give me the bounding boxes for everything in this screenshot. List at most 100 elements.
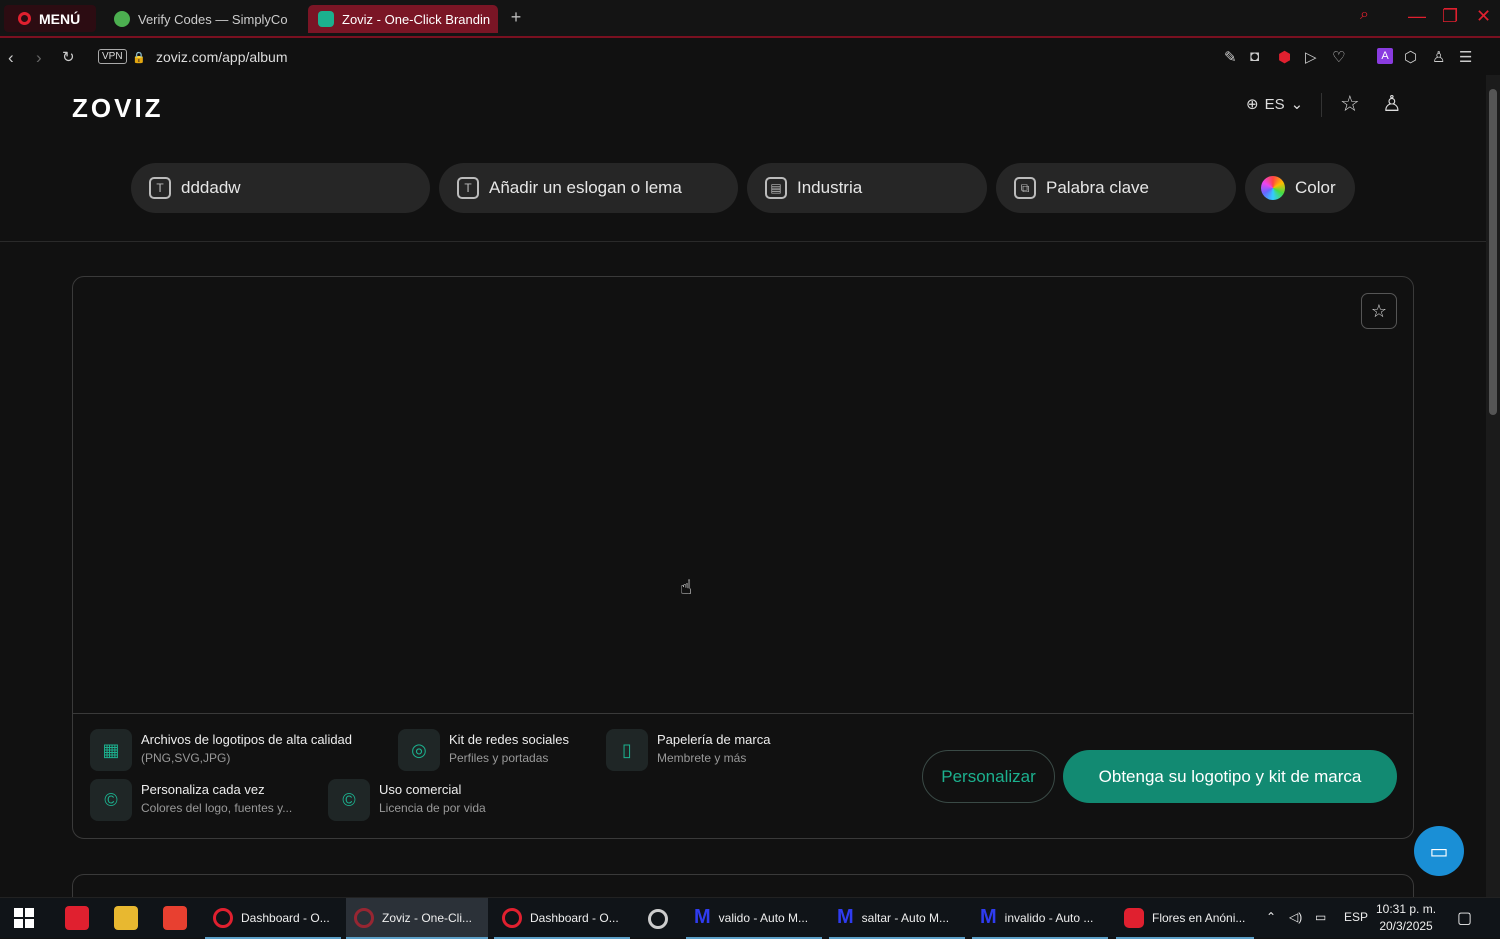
feature-customize: © Personaliza cada vez Colores del logo,… xyxy=(90,779,292,821)
chat-support-icon[interactable]: ▭ xyxy=(1414,826,1464,876)
browser-tab-bar: MENÚ Verify Codes — SimplyCo Zoviz - One… xyxy=(0,0,1500,38)
filter-label: Color xyxy=(1295,178,1336,197)
file-explorer-icon[interactable] xyxy=(114,906,138,930)
easy-setup-icon[interactable]: ☰ xyxy=(1459,48,1472,66)
zoviz-logo[interactable]: ZOVIZ xyxy=(72,93,164,124)
vivaldi-icon xyxy=(1124,907,1144,928)
clock-date: 20/3/2025 xyxy=(1379,919,1433,933)
chevron-down-icon: ⌄ xyxy=(1290,96,1304,113)
taskbar-item-label: invalido - Auto ... xyxy=(1004,910,1094,925)
feature-title: Papelería de marca xyxy=(657,732,771,747)
customize-button[interactable]: Personalizar xyxy=(922,750,1055,803)
system-clock[interactable]: 10:31 p. m. 20/3/2025 xyxy=(1376,901,1436,935)
taskbar-item-flores[interactable]: Flores en Anóni... xyxy=(1116,898,1254,939)
feature-social-kit: ◎ Kit de redes sociales Perfiles y porta… xyxy=(398,729,569,771)
url-field[interactable]: zoviz.com/app/album xyxy=(156,49,288,65)
reload-icon[interactable]: ↻ xyxy=(62,48,75,66)
opera-icon xyxy=(18,12,31,25)
filter-keyword[interactable]: ⧉ Palabra clave xyxy=(996,163,1236,213)
network-icon[interactable]: ▭ xyxy=(1315,910,1326,924)
forward-icon[interactable]: › xyxy=(36,48,42,68)
feature-title: Kit de redes sociales xyxy=(449,732,569,747)
taskbar-item-label: valido - Auto M... xyxy=(718,910,809,925)
filter-label: Palabra clave xyxy=(1046,178,1150,197)
filter-industry[interactable]: ▤ Industria xyxy=(747,163,987,213)
windows-taskbar: Dashboard - O... Zoviz - One-Cli... Dash… xyxy=(0,897,1500,939)
favorites-star-icon[interactable]: ☆ xyxy=(1340,91,1360,117)
profile-icon[interactable]: ♙ xyxy=(1432,48,1445,66)
close-icon[interactable]: ✕ xyxy=(1476,6,1491,27)
minimize-icon[interactable]: — xyxy=(1408,6,1426,27)
instagram-icon: ◎ xyxy=(398,729,440,771)
new-tab-plus-icon[interactable]: + xyxy=(507,8,525,27)
filter-label: Industria xyxy=(797,178,863,197)
next-logo-card xyxy=(72,874,1414,897)
taskbar-item-valido[interactable]: M valido - Auto M... xyxy=(686,898,822,939)
page-content: ZOVIZ ⊕ ES ⌄ ☆ ♙ T dddadw T Añadir un es… xyxy=(0,75,1486,897)
clock-time: 10:31 p. m. xyxy=(1376,902,1437,916)
opera-icon xyxy=(213,907,233,928)
feature-subtitle: Perfiles y portadas xyxy=(449,751,549,765)
taskbar-item-saltar[interactable]: M saltar - Auto M... xyxy=(829,898,965,939)
language-selector[interactable]: ⊕ ES ⌄ xyxy=(1246,95,1304,114)
feature-title: Personaliza cada vez xyxy=(141,782,265,797)
notifications-icon[interactable]: ▢ xyxy=(1457,908,1472,928)
windows-start-icon[interactable] xyxy=(14,908,34,928)
taskbar-item-invalido[interactable]: M invalido - Auto ... xyxy=(972,898,1108,939)
opera-menu-button[interactable]: MENÚ xyxy=(4,5,96,32)
taskbar-opera-gx[interactable] xyxy=(640,898,680,939)
card-divider xyxy=(73,713,1413,714)
opera-icon xyxy=(354,907,374,928)
taskbar-item-label: Flores en Anóni... xyxy=(1152,910,1246,925)
lock-icon[interactable]: 🔒 xyxy=(132,51,146,64)
account-user-icon[interactable]: ♙ xyxy=(1382,91,1402,117)
volume-icon[interactable]: ◁) xyxy=(1289,910,1302,924)
filter-brand-name[interactable]: T dddadw xyxy=(131,163,430,213)
add-favorite-star-icon[interactable]: ☆ xyxy=(1361,293,1397,329)
get-logo-button[interactable]: Obtenga su logotipo y kit de marca xyxy=(1063,750,1397,803)
filter-color[interactable]: Color xyxy=(1245,163,1355,213)
feature-title: Archivos de logotipos de alta calidad xyxy=(141,732,353,747)
taskbar-item-zoviz[interactable]: Zoviz - One-Cli... xyxy=(346,898,488,939)
extension-a-icon[interactable]: A xyxy=(1377,48,1393,64)
taskbar-item-label: Dashboard - O... xyxy=(241,910,330,925)
section-divider xyxy=(0,241,1486,242)
page-scrollbar[interactable] xyxy=(1486,75,1500,897)
tray-chevron-up-icon[interactable]: ⌃ xyxy=(1266,910,1276,924)
taskbar-item-dashboard-1[interactable]: Dashboard - O... xyxy=(205,898,341,939)
anydesk-icon[interactable] xyxy=(163,906,187,930)
shield-icon[interactable]: ⬢ xyxy=(1278,48,1291,66)
search-tabs-icon[interactable]: ⌕ xyxy=(1360,6,1369,24)
feature-subtitle: Licencia de por vida xyxy=(379,801,486,815)
feature-stationery: ▯ Papelería de marca Membrete y más xyxy=(606,729,770,771)
back-icon[interactable]: ‹ xyxy=(8,48,14,68)
language-label: ES xyxy=(1264,95,1285,113)
feature-commercial-use: © Uso comercial Licencia de por vida xyxy=(328,779,486,821)
m-app-icon: M xyxy=(694,906,711,928)
vpn-badge[interactable]: VPN xyxy=(98,49,127,64)
tab-verify-codes[interactable]: Verify Codes — SimplyCo xyxy=(104,5,300,33)
tab-zoviz[interactable]: Zoviz - One-Click Brandin xyxy=(308,5,498,33)
restore-icon[interactable]: ❐ xyxy=(1442,6,1458,27)
feature-subtitle: Membrete y más xyxy=(657,751,747,765)
tab-title: Verify Codes — SimplyCo xyxy=(138,11,288,27)
document-icon: ▯ xyxy=(606,729,648,771)
text-plus-icon: T xyxy=(457,177,479,199)
taskbar-item-dashboard-2[interactable]: Dashboard - O... xyxy=(494,898,630,939)
cube-icon[interactable]: ⬡ xyxy=(1404,48,1417,66)
m-app-icon: M xyxy=(980,906,997,928)
scrollbar-thumb[interactable] xyxy=(1489,89,1497,415)
heart-icon[interactable]: ♡ xyxy=(1332,48,1345,66)
filter-label: dddadw xyxy=(181,178,241,197)
language-indicator[interactable]: ESP xyxy=(1344,910,1368,924)
camera-icon[interactable]: ◘ xyxy=(1250,48,1259,65)
edit-icon[interactable]: ✎ xyxy=(1224,48,1237,66)
send-icon[interactable]: ▷ xyxy=(1305,48,1317,66)
hand-cursor-icon: ☝ xyxy=(680,577,693,599)
color-wheel-icon xyxy=(1261,176,1285,200)
address-bar: ‹ › ↻ VPN 🔒 zoviz.com/app/album ✎ ◘ ⬢ ▷ … xyxy=(0,40,1500,75)
tab-title: Zoviz - One-Click Brandin xyxy=(342,11,491,27)
vivaldi-app-icon[interactable] xyxy=(65,906,89,930)
copyright-icon: © xyxy=(90,779,132,821)
filter-slogan[interactable]: T Añadir un eslogan o lema xyxy=(439,163,738,213)
